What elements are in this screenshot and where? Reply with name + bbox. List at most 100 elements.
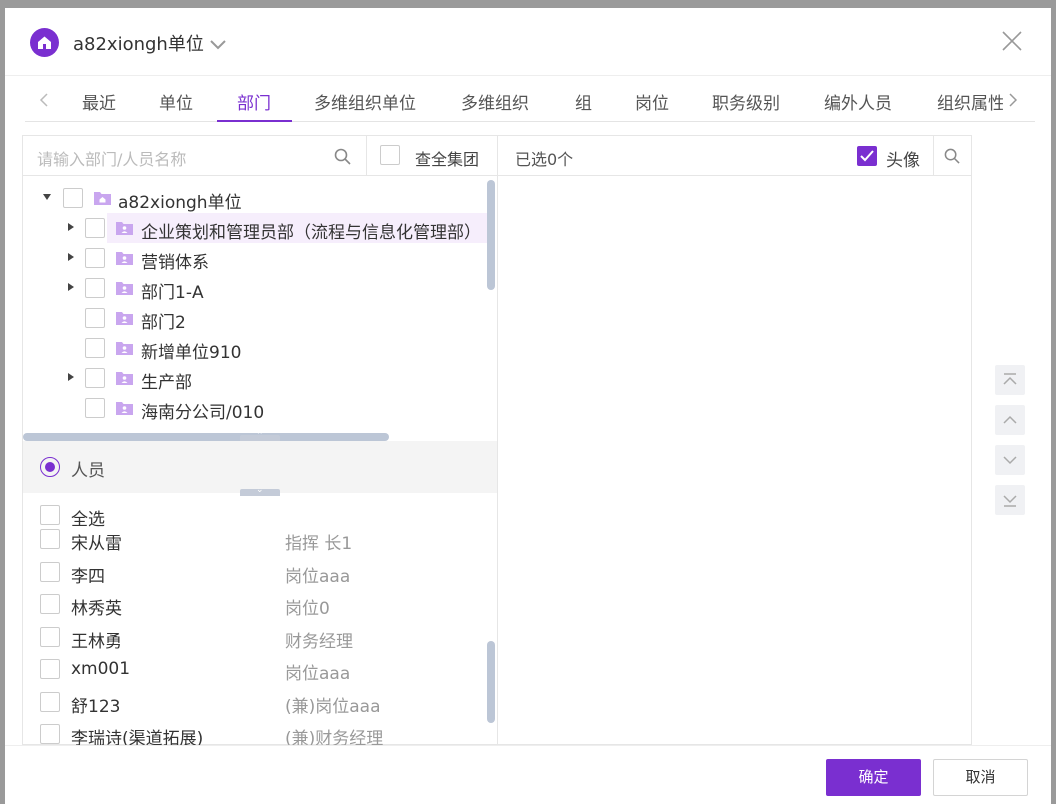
tree-horizontal-scrollbar[interactable]: [23, 433, 389, 441]
tree-checkbox[interactable]: [85, 248, 105, 268]
search-icon: [944, 148, 960, 164]
tab-unit[interactable]: 单位: [159, 89, 193, 114]
move-down-button[interactable]: [995, 445, 1025, 475]
caret-right-icon[interactable]: [68, 253, 74, 261]
tab-next-icon[interactable]: [1008, 92, 1018, 111]
tree-node-label: 生产部: [141, 373, 192, 393]
select-people-dialog: a82xiongh单位 最近 单位 部门 多维组织单位 多维组织 组 岗位 职务…: [5, 8, 1051, 804]
tree-node-label: 营销体系: [141, 253, 209, 273]
tree-node-label: 新增单位910: [141, 343, 242, 363]
selected-search-button[interactable]: [933, 136, 971, 176]
tab-job-level[interactable]: 职务级别: [712, 89, 780, 114]
home-folder-icon: [94, 190, 111, 205]
dept-folder-icon: [116, 280, 133, 295]
tree-node-label: 部门2: [141, 313, 186, 333]
tab-group[interactable]: 组: [575, 89, 592, 114]
dept-folder-icon: [116, 400, 133, 415]
tree-checkbox[interactable]: [85, 308, 105, 328]
search-icon[interactable]: [334, 148, 351, 169]
person-name: 李四: [71, 567, 105, 587]
dept-folder-icon: [116, 220, 133, 235]
person-position: 财务经理: [285, 632, 353, 652]
person-checkbox[interactable]: [40, 562, 60, 582]
tree-node-label: 企业策划和管理员部（流程与信息化管理部）: [141, 223, 481, 243]
department-tree: a82xiongh单位 企业策划和管理员部（流程与信息化管理部） 营销体系 部门…: [23, 177, 498, 432]
person-checkbox[interactable]: [40, 594, 60, 614]
close-icon[interactable]: [1000, 29, 1024, 57]
tab-multi-org[interactable]: 多维组织: [461, 89, 529, 114]
move-top-icon: [1003, 373, 1017, 385]
selected-panel: 已选0个 头像: [497, 135, 972, 745]
tree-checkbox[interactable]: [85, 218, 105, 238]
dept-folder-icon: [116, 340, 133, 355]
person-row[interactable]: 李四 岗位aaa: [23, 558, 498, 588]
person-radio[interactable]: [40, 457, 60, 477]
move-up-button[interactable]: [995, 405, 1025, 435]
tab-multi-org-unit[interactable]: 多维组织单位: [314, 89, 416, 114]
tab-prev-icon[interactable]: [39, 92, 49, 111]
tree-checkbox[interactable]: [85, 398, 105, 418]
person-row[interactable]: xm001 岗位aaa: [23, 655, 498, 685]
person-position: 岗位0: [285, 599, 330, 619]
tree-node[interactable]: 新增单位910: [23, 333, 498, 363]
person-row[interactable]: 宋从雷 指挥 长1: [23, 525, 498, 555]
person-checkbox[interactable]: [40, 529, 60, 549]
caret-down-icon[interactable]: [43, 194, 51, 200]
chevron-down-icon[interactable]: [209, 35, 227, 54]
move-up-icon: [1003, 415, 1017, 424]
caret-right-icon[interactable]: [68, 373, 74, 381]
tree-node[interactable]: 海南分公司/010: [23, 393, 498, 423]
tree-node[interactable]: 部门2: [23, 303, 498, 333]
left-panel: 请输入部门/人员名称 查全集团 a82xiongh单位 企业策划和管理员部（流程…: [22, 135, 498, 746]
cancel-button[interactable]: 取消: [933, 759, 1028, 796]
tab-department[interactable]: 部门: [237, 89, 271, 114]
expand-down-handle[interactable]: ⌄: [240, 485, 280, 496]
person-row[interactable]: 舒123 (兼)岗位aaa: [23, 688, 498, 718]
person-checkbox[interactable]: [40, 627, 60, 647]
caret-right-icon[interactable]: [68, 283, 74, 291]
person-name: 李瑞诗(渠道拓展): [71, 729, 204, 746]
confirm-button[interactable]: 确定: [826, 759, 921, 796]
tree-node[interactable]: 部门1-A: [23, 273, 498, 303]
caret-right-icon[interactable]: [68, 223, 74, 231]
tree-checkbox[interactable]: [85, 368, 105, 388]
tab-external-staff[interactable]: 编外人员: [824, 89, 892, 114]
search-placeholder: 请输入部门/人员名称: [37, 150, 187, 169]
tree-checkbox[interactable]: [85, 338, 105, 358]
tab-post[interactable]: 岗位: [635, 89, 669, 114]
people-list: 全选 宋从雷 指挥 长1 李四 岗位aaa 林秀英 岗位0 王林勇 财务经理 x…: [23, 501, 498, 746]
person-name: 宋从雷: [71, 534, 122, 554]
tab-org-attribute[interactable]: 组织属性: [937, 89, 1003, 114]
tree-node[interactable]: 营销体系: [23, 243, 498, 273]
footer-divider: [5, 745, 1051, 746]
person-checkbox[interactable]: [40, 724, 60, 744]
person-position: (兼)财务经理: [285, 729, 384, 746]
tree-vertical-scrollbar[interactable]: [487, 180, 495, 290]
active-tab-indicator: [217, 120, 292, 122]
selected-header: 已选0个 头像: [498, 136, 971, 176]
person-position: (兼)岗位aaa: [285, 697, 381, 717]
tab-recent[interactable]: 最近: [82, 89, 116, 114]
avatar-checkbox[interactable]: [857, 146, 877, 166]
tree-node[interactable]: 企业策划和管理员部（流程与信息化管理部）: [23, 213, 498, 243]
search-input[interactable]: 请输入部门/人员名称: [23, 136, 367, 175]
person-row[interactable]: 李瑞诗(渠道拓展) (兼)财务经理: [23, 720, 498, 746]
tree-node-root[interactable]: a82xiongh单位: [23, 183, 498, 213]
person-position: 指挥 长1: [285, 534, 353, 554]
dept-folder-icon: [116, 250, 133, 265]
people-vertical-scrollbar[interactable]: [487, 641, 495, 723]
move-bottom-button[interactable]: [995, 485, 1025, 515]
org-name[interactable]: a82xiongh单位: [73, 30, 204, 56]
person-row[interactable]: 王林勇 财务经理: [23, 623, 498, 653]
person-checkbox[interactable]: [40, 692, 60, 712]
tree-node[interactable]: 生产部: [23, 363, 498, 393]
tree-checkbox[interactable]: [63, 188, 83, 208]
move-down-icon: [1003, 456, 1017, 465]
move-top-button[interactable]: [995, 365, 1025, 395]
person-checkbox[interactable]: [40, 659, 60, 679]
org-home-icon: [30, 28, 59, 57]
search-group-checkbox[interactable]: [380, 145, 400, 165]
tree-checkbox[interactable]: [85, 278, 105, 298]
select-all-checkbox[interactable]: [40, 505, 60, 525]
person-row[interactable]: 林秀英 岗位0: [23, 590, 498, 620]
